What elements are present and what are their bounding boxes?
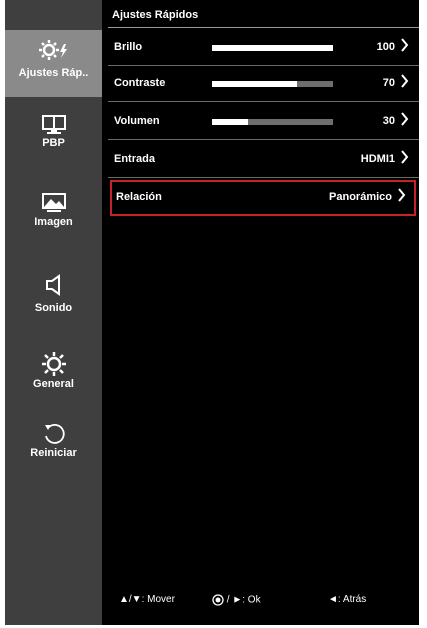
input-row[interactable]: Entrada HDMI1	[108, 142, 419, 178]
quick-settings-icon	[38, 40, 67, 60]
slider-fill	[212, 119, 249, 125]
contrast-slider[interactable]	[212, 81, 333, 87]
sidebar-item-pbp[interactable]: PBP	[5, 115, 102, 160]
sidebar-item-label: General	[33, 378, 74, 390]
pbp-icon	[41, 115, 66, 134]
row-value: 30	[382, 115, 395, 127]
slider-fill	[212, 45, 333, 51]
divider	[108, 139, 419, 140]
sidebar-item-label: Sonido	[34, 302, 73, 314]
contrast-row[interactable]: Contraste 70	[108, 66, 419, 102]
ok-hint-label: / ►: Ok	[226, 594, 261, 606]
sidebar: Ajustes Ráp.. PBP Imagen Sonido General …	[5, 0, 102, 625]
back-hint: ◄: Atrás	[328, 594, 366, 605]
chevron-right-icon	[401, 112, 409, 126]
osd-menu: Ajustes Ráp.. PBP Imagen Sonido General …	[5, 0, 419, 625]
move-hint-label: ▲/▼: Mover	[119, 594, 175, 605]
sidebar-item-imagen[interactable]: Imagen	[5, 193, 102, 238]
picture-icon	[41, 193, 66, 212]
row-value: 70	[382, 77, 395, 89]
sidebar-item-sonido[interactable]: Sonido	[5, 274, 102, 319]
title-divider	[108, 27, 419, 28]
sidebar-item-label: PBP	[42, 137, 65, 149]
row-label: Contraste	[114, 77, 166, 89]
row-label: Volumen	[114, 115, 160, 127]
chevron-right-icon	[398, 188, 406, 202]
speaker-icon	[45, 274, 60, 296]
sidebar-item-label: Ajustes Ráp..	[18, 67, 89, 79]
row-label: Relación	[116, 191, 162, 203]
row-value: 100	[376, 41, 395, 53]
chevron-right-icon	[401, 150, 409, 164]
back-hint-label: ◄: Atrás	[328, 594, 367, 605]
row-value: HDMI1	[360, 153, 395, 165]
sidebar-item-general[interactable]: General	[5, 352, 102, 397]
move-hint: ▲/▼: Mover	[119, 594, 175, 605]
divider	[108, 101, 419, 102]
brightness-row[interactable]: Brillo 100	[108, 30, 419, 66]
reset-icon	[44, 424, 65, 444]
ok-hint: / ►: Ok	[212, 594, 261, 606]
sidebar-item-reiniciar[interactable]: Reiniciar	[5, 422, 102, 467]
main-panel: Ajustes Rápidos Brillo 100 Contraste 70 …	[108, 0, 419, 625]
row-value: Panorámico	[329, 191, 392, 203]
joystick-press-icon	[212, 594, 224, 606]
aspect-ratio-row[interactable]: Relación Panorámico	[110, 180, 416, 216]
chevron-right-icon	[401, 74, 409, 88]
slider-fill	[212, 81, 297, 87]
chevron-right-icon	[401, 38, 409, 52]
volume-row[interactable]: Volumen 30	[108, 104, 419, 140]
brightness-slider[interactable]	[212, 45, 333, 51]
row-label: Brillo	[114, 41, 143, 53]
row-label: Entrada	[114, 153, 155, 165]
page-title: Ajustes Rápidos	[112, 9, 199, 21]
divider	[108, 177, 419, 178]
gear-icon	[41, 352, 66, 376]
volume-slider[interactable]	[212, 119, 333, 125]
sidebar-item-label: Imagen	[34, 216, 73, 228]
sidebar-item-label: Reiniciar	[30, 447, 77, 459]
sidebar-item-quick-settings[interactable]: Ajustes Ráp..	[5, 30, 102, 97]
